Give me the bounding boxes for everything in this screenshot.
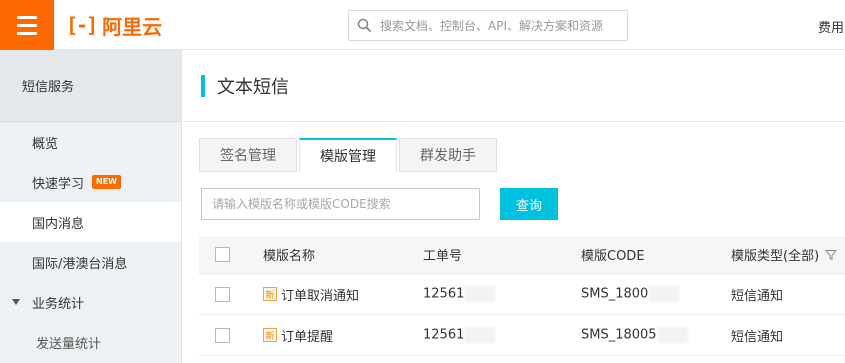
redaction-blur bbox=[465, 327, 496, 343]
redaction-blur bbox=[657, 327, 688, 343]
search-icon bbox=[357, 18, 372, 33]
new-template-icon: 新 bbox=[263, 287, 277, 301]
tab-bar: 签名管理 模版管理 群发助手 bbox=[199, 138, 499, 172]
sidebar-item-send-volume[interactable]: 发送量统计 bbox=[0, 322, 181, 362]
menu-icon-line bbox=[17, 31, 37, 35]
template-type: 短信通知 bbox=[731, 329, 784, 345]
filter-funnel-icon[interactable] bbox=[825, 249, 838, 261]
page-header: 文本短信 bbox=[183, 50, 845, 122]
sidebar: 短信服务 概览 快速学习 NEW 国内消息 国际/港澳台消息 业务统计 发送量统… bbox=[0, 50, 182, 363]
row-checkbox[interactable] bbox=[215, 327, 230, 343]
template-code: SMS_18005 bbox=[581, 327, 657, 343]
query-button[interactable]: 查询 bbox=[500, 188, 558, 220]
sidebar-group-label: 业务统计 bbox=[32, 296, 85, 312]
template-name: 订单提醒 bbox=[281, 329, 334, 345]
template-code: SMS_1800 bbox=[581, 286, 649, 302]
sidebar-item-international-messages[interactable]: 国际/港澳台消息 bbox=[0, 242, 181, 282]
column-template-type-label: 模版类型(全部) bbox=[731, 249, 820, 264]
column-template-type[interactable]: 模版类型(全部) bbox=[731, 245, 845, 264]
page-title: 文本短信 bbox=[217, 76, 289, 98]
sidebar-item-overview[interactable]: 概览 bbox=[0, 122, 181, 162]
menu-button[interactable] bbox=[0, 0, 54, 50]
template-search-input[interactable] bbox=[201, 188, 480, 220]
template-name: 订单取消通知 bbox=[281, 288, 360, 304]
sidebar-item-label: 发送量统计 bbox=[36, 336, 102, 352]
search-input[interactable] bbox=[380, 18, 620, 33]
global-search[interactable] bbox=[348, 10, 628, 41]
sidebar-item-label: 概览 bbox=[32, 136, 59, 152]
logo-text: 阿里云 bbox=[102, 14, 163, 39]
new-template-icon: 新 bbox=[263, 328, 277, 342]
column-template-name: 模版名称 bbox=[263, 249, 316, 264]
template-table: 模版名称 工单号 模版CODE 模版类型(全部) 新 订单取消通知 12561 … bbox=[199, 236, 845, 356]
top-bar: [-] 阿里云 费用 bbox=[0, 0, 845, 50]
billing-link[interactable]: 费用 bbox=[818, 17, 844, 36]
template-filter: 查询 bbox=[201, 188, 558, 220]
caret-down-icon bbox=[12, 299, 20, 305]
column-template-code: 模版CODE bbox=[581, 249, 645, 264]
order-number: 12561 bbox=[423, 286, 465, 302]
sidebar-group-statistics[interactable]: 业务统计 bbox=[0, 282, 181, 322]
new-badge: NEW bbox=[92, 175, 121, 189]
sidebar-title: 短信服务 bbox=[0, 50, 181, 122]
table-header: 模版名称 工单号 模版CODE 模版类型(全部) bbox=[199, 236, 845, 274]
redaction-blur bbox=[649, 286, 680, 302]
sidebar-item-label: 国内消息 bbox=[32, 216, 85, 232]
row-checkbox[interactable] bbox=[215, 286, 230, 302]
sidebar-item-quick-learn[interactable]: 快速学习 NEW bbox=[0, 162, 181, 202]
sidebar-item-label: 国际/港澳台消息 bbox=[32, 256, 128, 272]
tab-template-management[interactable]: 模版管理 bbox=[299, 138, 397, 172]
column-order-number: 工单号 bbox=[423, 249, 463, 264]
sidebar-item-label: 快速学习 bbox=[32, 176, 85, 192]
sidebar-item-domestic-messages[interactable]: 国内消息 bbox=[0, 202, 181, 242]
table-row: 新 订单提醒 12561 SMS_18005 短信通知 bbox=[199, 315, 845, 356]
tab-bulk-send-assistant[interactable]: 群发助手 bbox=[399, 138, 497, 172]
tab-signature-management[interactable]: 签名管理 bbox=[199, 138, 297, 172]
main-content: 文本短信 签名管理 模版管理 群发助手 查询 模版名称 工单号 模版CODE 模… bbox=[183, 50, 845, 363]
aliyun-logo-icon: [-] bbox=[66, 13, 98, 37]
table-row: 新 订单取消通知 12561 SMS_1800 短信通知 bbox=[199, 274, 845, 315]
order-number: 12561 bbox=[423, 327, 465, 343]
redaction-blur bbox=[465, 286, 496, 302]
aliyun-logo[interactable]: [-] 阿里云 bbox=[66, 12, 163, 39]
menu-icon-line bbox=[17, 15, 37, 19]
select-all-checkbox[interactable] bbox=[215, 247, 230, 262]
menu-icon-line bbox=[17, 23, 37, 27]
title-accent-bar bbox=[201, 74, 205, 97]
template-type: 短信通知 bbox=[731, 288, 784, 304]
